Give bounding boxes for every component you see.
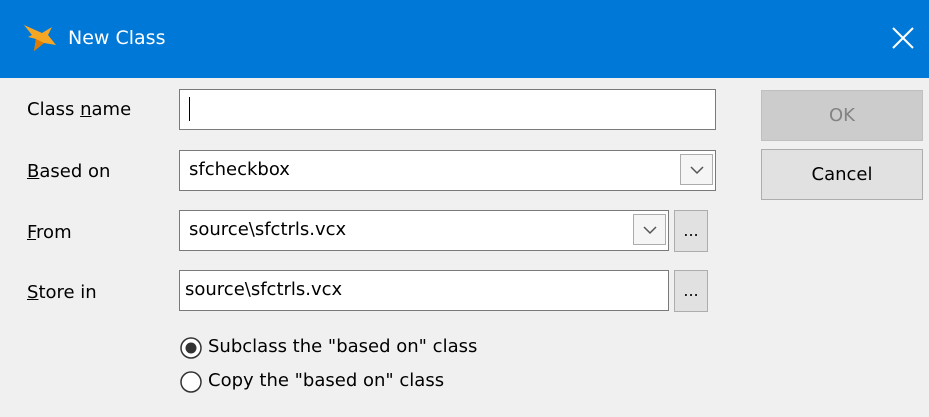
- radio-unselected-icon: [180, 371, 202, 393]
- title-bar: New Class: [0, 0, 929, 78]
- close-icon: [892, 27, 914, 49]
- fox-icon: [22, 23, 58, 55]
- based-on-dropdown-button[interactable]: [680, 154, 713, 185]
- store-in-input[interactable]: source\sfctrls.vcx: [179, 270, 669, 311]
- close-button[interactable]: [882, 18, 924, 60]
- based-on-label: Based on: [27, 161, 111, 182]
- copy-radio[interactable]: [178, 369, 204, 395]
- window-title: New Class: [68, 27, 166, 49]
- from-dropdown[interactable]: source\sfctrls.vcx: [179, 210, 669, 251]
- from-dropdown-button[interactable]: [633, 214, 666, 245]
- chevron-down-icon: [643, 226, 657, 235]
- copy-radio-label[interactable]: Copy the "based on" class: [208, 370, 444, 391]
- subclass-radio[interactable]: [178, 335, 204, 361]
- class-name-label: Class name: [27, 99, 132, 120]
- based-on-dropdown[interactable]: sfcheckbox: [179, 150, 716, 191]
- text-caret: [189, 97, 190, 121]
- from-label: From: [27, 222, 72, 243]
- store-in-label: Store in: [27, 282, 97, 303]
- ok-button[interactable]: OK: [761, 90, 923, 141]
- from-browse-button[interactable]: ...: [674, 210, 708, 252]
- subclass-radio-label[interactable]: Subclass the "based on" class: [208, 336, 477, 357]
- chevron-down-icon: [690, 166, 704, 175]
- class-name-input[interactable]: [179, 89, 716, 130]
- cancel-button[interactable]: Cancel: [761, 149, 923, 200]
- radio-selected-icon: [180, 337, 202, 359]
- store-in-browse-button[interactable]: ...: [674, 270, 708, 312]
